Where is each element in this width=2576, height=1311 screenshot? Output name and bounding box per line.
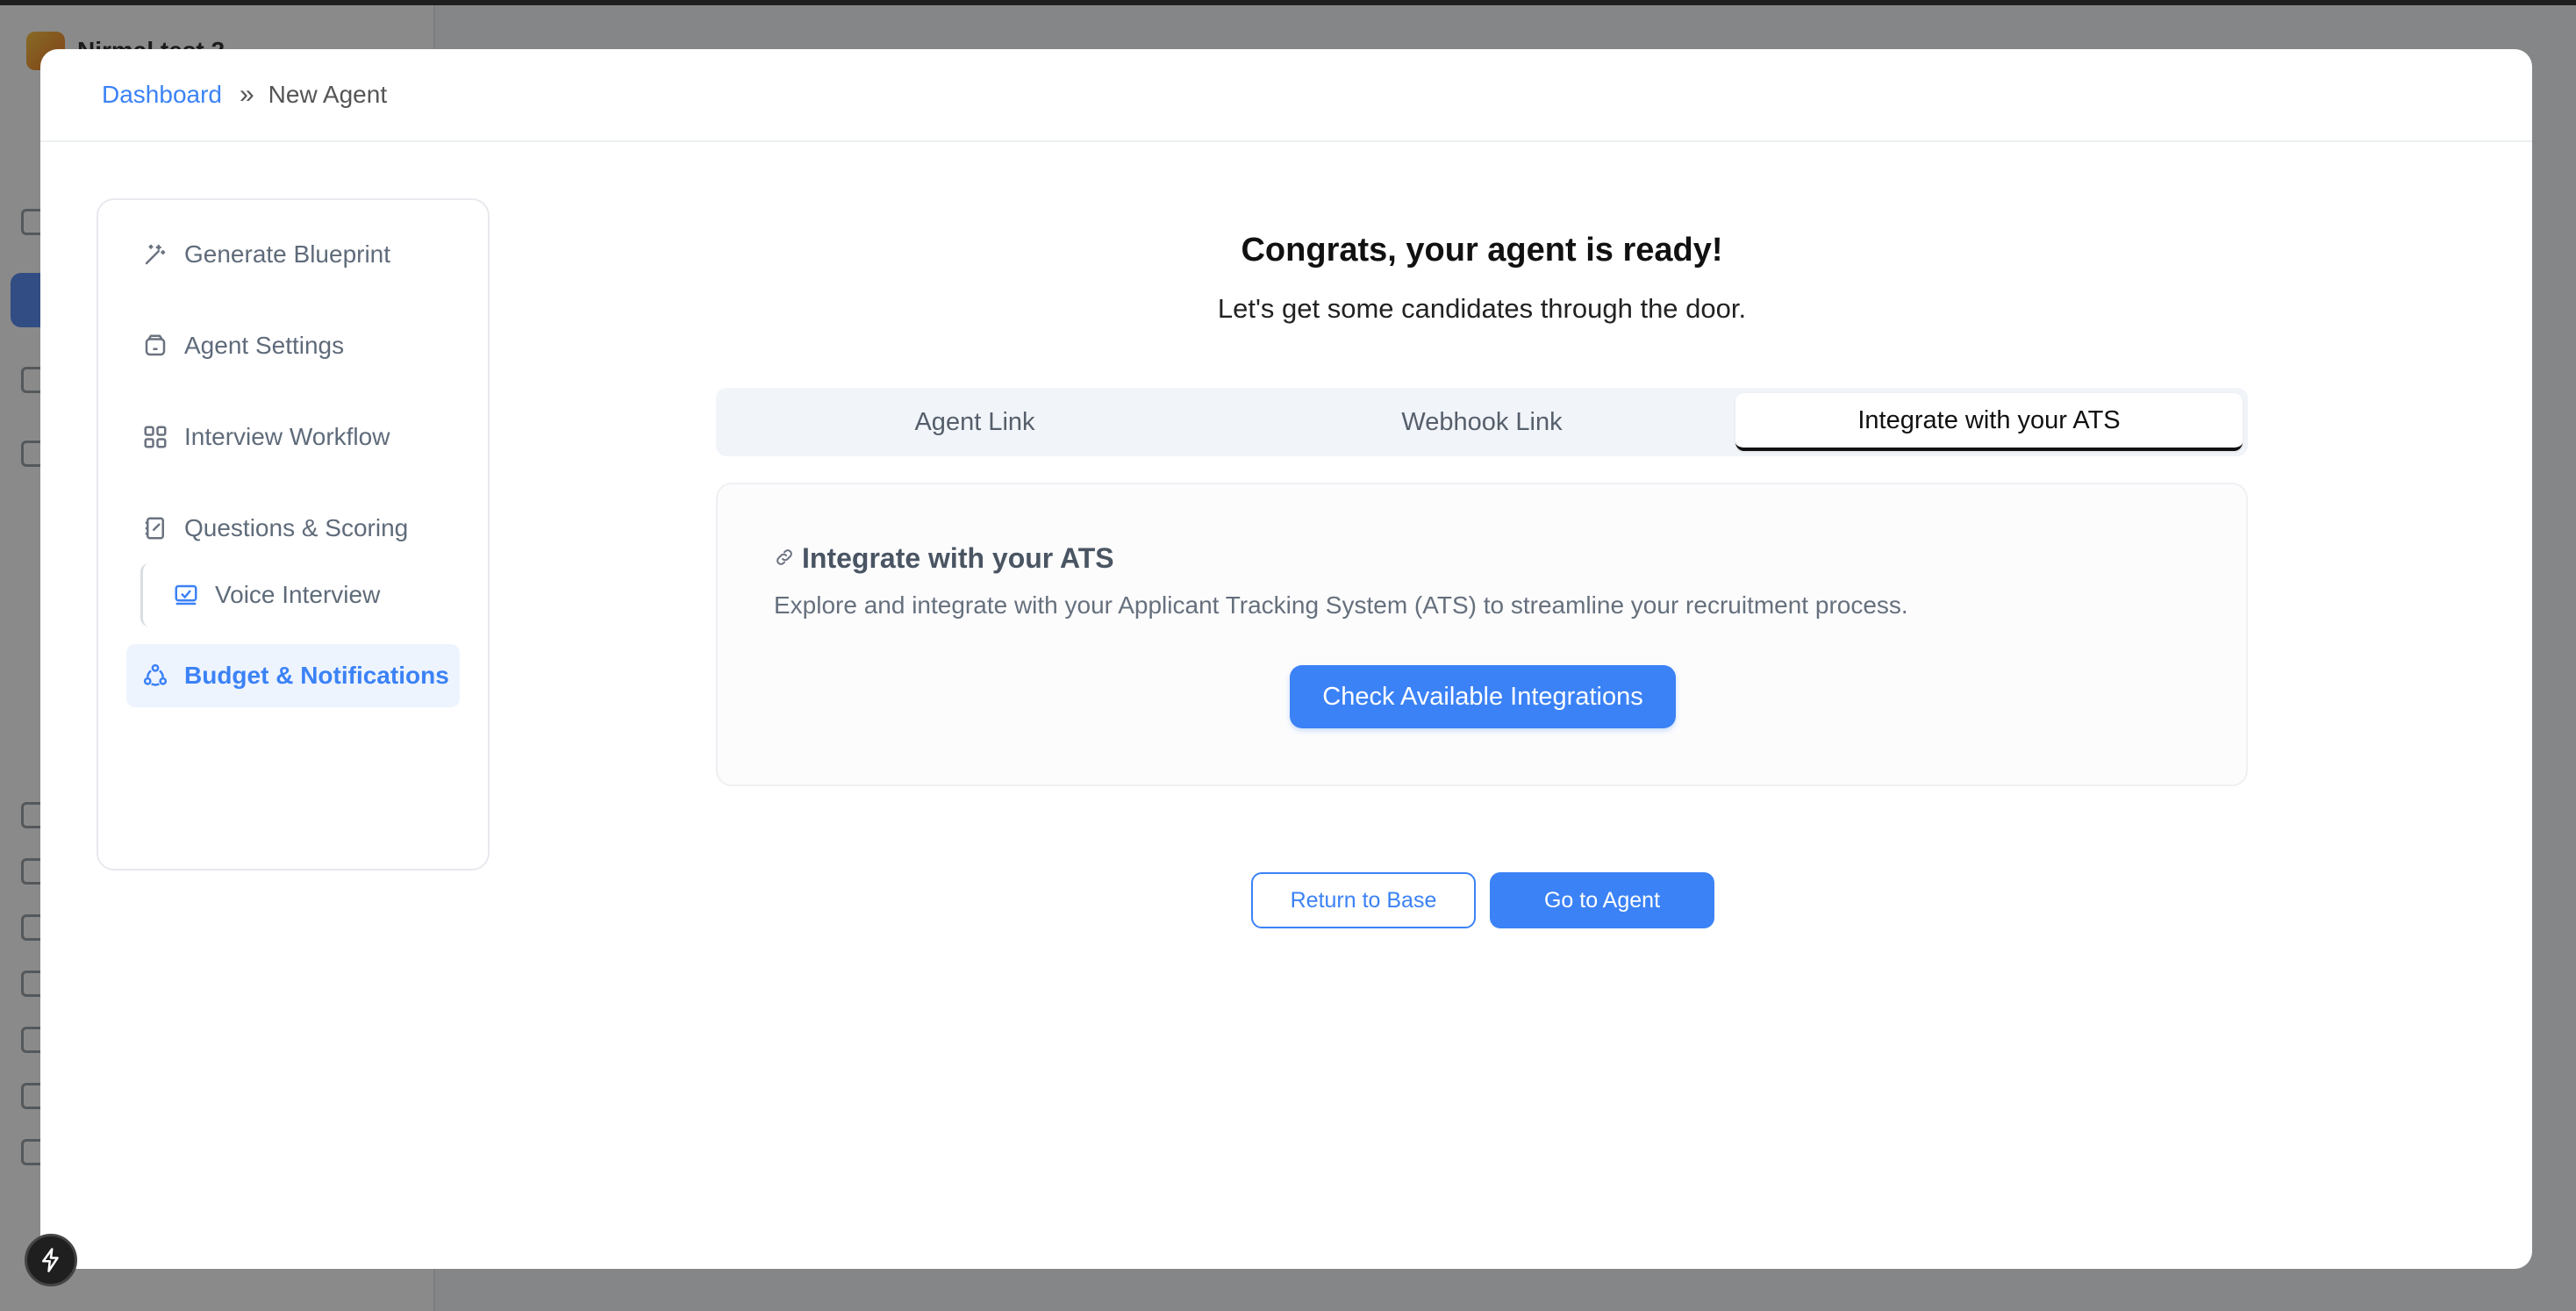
step-questions-scoring[interactable]: Questions & Scoring [126, 497, 460, 560]
card-title-text: Integrate with your ATS [802, 542, 1114, 574]
notebook-icon [142, 515, 168, 541]
main-content: Congrats, your agent is ready! Let's get… [716, 49, 2248, 1269]
link-icon [774, 542, 795, 575]
grid-icon [142, 424, 168, 450]
go-to-agent-button[interactable]: Go to Agent [1490, 872, 1714, 928]
step-label: Voice Interview [215, 581, 381, 608]
check-integrations-button[interactable]: Check Available Integrations [1290, 665, 1676, 728]
tab-integrate-ats[interactable]: Integrate with your ATS [1735, 393, 2243, 451]
step-agent-settings[interactable]: Agent Settings [126, 314, 460, 377]
step-label: Questions & Scoring [184, 514, 409, 541]
step-budget-notifications[interactable]: Budget & Notifications [126, 644, 460, 707]
step-voice-interview[interactable]: Voice Interview [140, 563, 460, 627]
action-buttons: Return to Base Go to Agent [1251, 872, 1714, 928]
chevron-double-right-icon: » [239, 80, 254, 109]
monitor-check-icon [173, 582, 199, 608]
return-to-base-button[interactable]: Return to Base [1251, 872, 1476, 928]
step-interview-workflow[interactable]: Interview Workflow [126, 405, 460, 469]
step-label: Generate Blueprint [184, 240, 391, 268]
page-title: Congrats, your agent is ready! [1241, 232, 1723, 269]
card-description: Explore and integrate with your Applican… [774, 591, 1908, 619]
cycle-icon [142, 663, 168, 689]
step-label: Agent Settings [184, 332, 345, 359]
page-subtitle: Let's get some candidates through the do… [1217, 293, 1747, 324]
breadcrumb-current: New Agent [268, 81, 388, 108]
lightning-bolt-icon [42, 1248, 59, 1272]
step-generate-blueprint[interactable]: Generate Blueprint [126, 223, 460, 286]
link-tabs: Agent Link Webhook Link Integrate with y… [716, 388, 2248, 456]
breadcrumb-dashboard-link[interactable]: Dashboard [102, 81, 222, 109]
new-agent-modal: Dashboard » New Agent Generate Blueprint… [40, 49, 2532, 1269]
lightning-bolt-button[interactable] [25, 1234, 77, 1286]
tab-webhook-link[interactable]: Webhook Link [1228, 393, 1735, 451]
tab-agent-link[interactable]: Agent Link [721, 393, 1228, 451]
box-icon [142, 333, 168, 359]
steps-panel: Generate Blueprint Agent Settings Interv… [97, 198, 490, 870]
magic-wand-icon [142, 241, 168, 268]
step-label: Interview Workflow [184, 423, 390, 450]
card-title: Integrate with your ATS [774, 542, 1114, 575]
ats-integration-card: Integrate with your ATS Explore and inte… [716, 483, 2248, 786]
step-label: Budget & Notifications [184, 662, 449, 689]
